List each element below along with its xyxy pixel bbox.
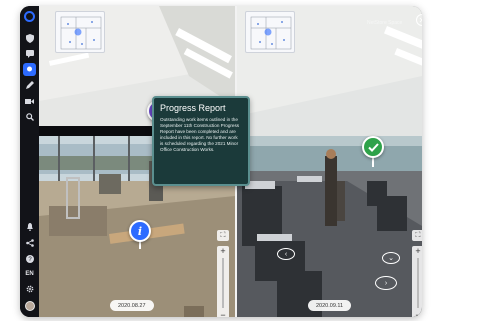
bell-icon[interactable] <box>20 219 39 235</box>
popover-title: Progress Report <box>160 103 226 113</box>
nav-arrow-left-icon[interactable]: ‹ <box>277 248 295 260</box>
logo-icon[interactable] <box>24 11 35 22</box>
pin-icon[interactable] <box>23 63 36 76</box>
fullscreen-icon[interactable]: ⛶ <box>217 230 229 241</box>
progress-report-popover[interactable]: Progress Report Outstanding work items o… <box>152 96 250 186</box>
zoom-out-button[interactable]: − <box>412 310 422 317</box>
zoom-in-button[interactable]: + <box>412 246 422 256</box>
nav-arrow-icon[interactable]: ⌄ <box>382 252 400 264</box>
pencil-icon[interactable] <box>20 77 39 93</box>
fullscreen-icon[interactable]: ⛶ <box>412 230 422 241</box>
close-icon[interactable]: ✕ <box>416 14 422 26</box>
zoom-slider[interactable] <box>222 258 224 308</box>
shield-icon[interactable] <box>20 30 39 46</box>
popover-body: Outstanding work items outlined in the S… <box>160 117 240 152</box>
pin-tail <box>139 241 141 249</box>
zoom-control[interactable]: + − <box>412 246 422 317</box>
minimap[interactable] <box>245 11 295 53</box>
zoom-out-button[interactable]: − <box>217 310 229 317</box>
info-pin[interactable]: i <box>129 220 151 242</box>
sidebar: ? EN <box>20 6 39 317</box>
right-panorama[interactable]: NetStore Space ✕ ‹ ⌄ › ⛶ + − 2020.09.11 <box>237 6 422 317</box>
avatar[interactable] <box>24 301 35 311</box>
language-selector[interactable]: EN <box>25 267 33 281</box>
date-selector-right[interactable]: 2020.09.11 <box>308 300 352 311</box>
zoom-in-button[interactable]: + <box>217 246 229 256</box>
date-selector-left[interactable]: 2020.08.27 <box>110 300 154 311</box>
zoom-control[interactable]: + − <box>217 246 229 317</box>
search-icon[interactable] <box>20 109 39 125</box>
watermark: NetStore Space <box>367 20 403 26</box>
video-icon[interactable] <box>20 93 39 109</box>
settings-icon[interactable] <box>20 281 39 297</box>
chat-icon[interactable] <box>20 46 39 62</box>
minimap[interactable] <box>55 11 105 53</box>
pin-tail <box>372 157 374 167</box>
help-icon[interactable]: ? <box>20 251 39 267</box>
check-pin[interactable] <box>362 136 384 158</box>
zoom-slider[interactable] <box>417 258 419 308</box>
share-icon[interactable] <box>20 235 39 251</box>
nav-arrow-right-icon[interactable]: › <box>375 276 397 290</box>
